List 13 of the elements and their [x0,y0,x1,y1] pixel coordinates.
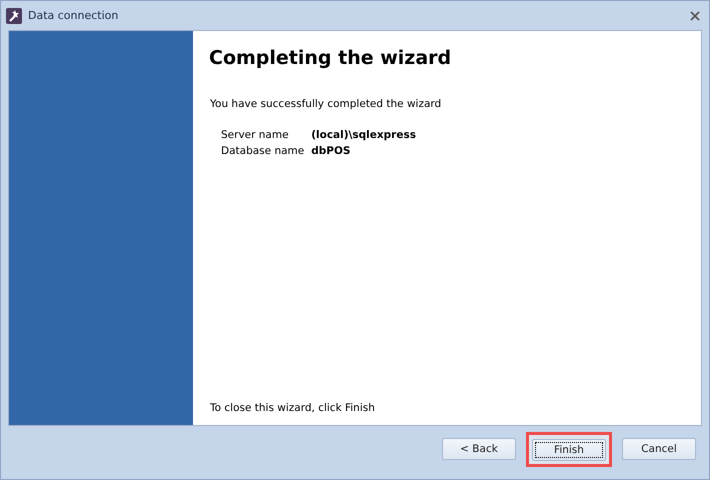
wizard-button[interactable]: < Back [442,438,516,460]
detail-value: (local)\sqlexpress [311,129,416,141]
finish-instruction: To close this wizard, click Finish [210,402,376,414]
close-icon[interactable] [690,10,700,20]
detail-label: Server name [221,129,290,141]
detail-value: dbPOS [311,145,352,157]
wizard-button[interactable]: Finish [532,438,606,460]
wand-icon [6,8,22,24]
wizard-button[interactable]: Cancel [622,438,696,460]
completion-message: You have successfully completed the wizard [210,98,442,110]
wizard-heading: Completing the wizard [209,47,452,69]
detail-label: Database name [221,145,304,157]
window-title: Data connection [28,9,118,22]
